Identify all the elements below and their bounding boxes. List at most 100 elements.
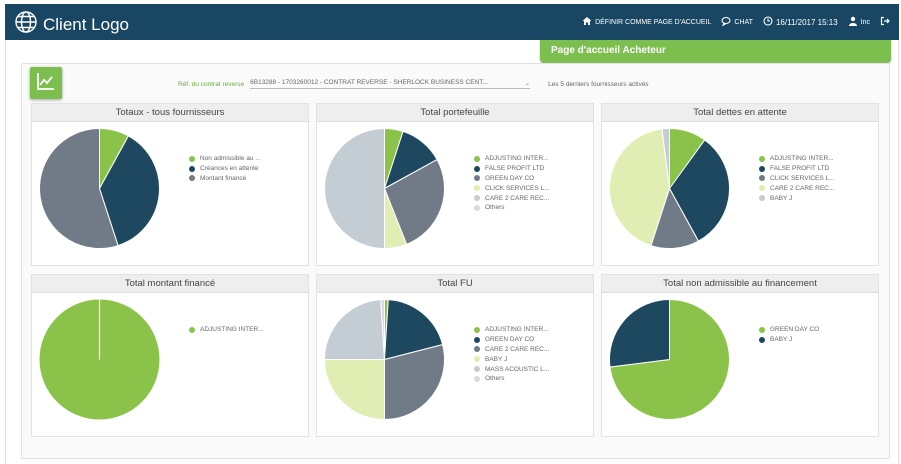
legend-label: ADJUSTING INTER... — [485, 155, 549, 163]
legend-item[interactable]: MASS ACOUSTIC L... — [474, 364, 549, 374]
legend-swatch — [474, 175, 480, 182]
legend-label: GREEN DAY CO — [485, 174, 535, 182]
legend-item[interactable]: Non admissible au ... — [189, 154, 261, 164]
legend-swatch — [759, 326, 765, 333]
client-logo[interactable]: Client Logo — [14, 10, 129, 39]
legend-item[interactable]: BABY J — [759, 193, 835, 203]
legend-item[interactable]: GREEN DAY CO — [474, 174, 550, 184]
logout-icon — [880, 16, 893, 28]
legend-item[interactable]: ADJUSTING INTER... — [759, 154, 835, 164]
card-portefeuille: Total portefeuille ADJUSTING INTER... FAL… — [316, 103, 594, 266]
legend-swatch — [474, 165, 480, 172]
line-chart-icon — [36, 71, 56, 96]
legend-label: ADJUSTING INTER... — [770, 155, 834, 163]
legend-item[interactable]: CLICK SERVICES L... — [759, 174, 835, 184]
legend-swatch — [474, 336, 480, 343]
legend-item[interactable]: ADJUSTING INTER... — [474, 154, 550, 164]
legend-item[interactable]: ADJUSTING INTER... — [189, 325, 264, 335]
chat-link[interactable]: CHAT — [721, 16, 753, 28]
card-dettes: Total dettes en attente ADJUSTING INTER.… — [601, 103, 879, 266]
chat-icon — [721, 16, 734, 28]
pie-chart[interactable] — [37, 297, 162, 422]
legend-swatch — [474, 204, 480, 211]
card-totaux: Totaux - tous fournisseurs Non admissibl… — [31, 103, 309, 266]
legend-item[interactable]: GREEN DAY CO — [474, 335, 549, 345]
card-title: Total montant financé — [32, 275, 308, 293]
legend-swatch — [759, 175, 765, 182]
legend-label: Others — [485, 375, 505, 383]
legend-item[interactable]: CARE 2 CARE REC... — [759, 183, 835, 193]
legend-item[interactable]: CARE 2 CARE REC... — [474, 193, 550, 203]
chart-legend: ADJUSTING INTER... FALSE PROFIT LTD GREEN … — [474, 154, 550, 213]
home-icon — [582, 16, 595, 28]
legend-item[interactable]: CARE 2 CARE REC... — [474, 345, 549, 355]
legend-swatch — [189, 326, 195, 333]
legend-label: CLICK SERVICES L... — [485, 184, 550, 192]
top-nav: DÉFINIR COMME PAGE D'ACCUEIL CHAT 16/11/… — [572, 4, 893, 40]
user-menu[interactable]: Inc — [848, 16, 870, 28]
datetime: 16/11/2017 15:13 — [763, 16, 838, 28]
card-title: Total portefeuille — [317, 104, 593, 122]
legend-swatch — [474, 366, 480, 373]
user-icon — [848, 16, 861, 28]
pie-chart[interactable] — [607, 297, 732, 422]
top-bar: Client Logo DÉFINIR COMME PAGE D'ACCUEIL… — [5, 4, 899, 40]
legend-item[interactable]: Others — [474, 374, 549, 384]
page-title-banner: Page d'accueil Acheteur — [540, 40, 891, 63]
legend-label: BABY J — [770, 194, 793, 202]
legend-label: ADJUSTING INTER... — [200, 326, 264, 334]
legend-item[interactable]: Others — [474, 203, 550, 213]
legend-item[interactable]: FALSE PROFIT LTD — [759, 164, 835, 174]
legend-swatch — [474, 195, 480, 202]
chart-legend: ADJUSTING INTER... GREEN DAY CO CARE 2 CAR… — [474, 325, 549, 384]
legend-label: BABY J — [485, 355, 508, 363]
card-fu: Total FU ADJUSTING INTER... GREEN DAY CO C… — [316, 274, 594, 437]
logout-button[interactable] — [880, 16, 893, 28]
pie-chart[interactable] — [607, 126, 732, 251]
pie-chart[interactable] — [37, 126, 162, 251]
legend-label: Others — [485, 204, 505, 212]
legend-item[interactable]: FALSE PROFIT LTD — [474, 164, 550, 174]
legend-swatch — [474, 356, 480, 363]
pie-chart[interactable] — [322, 297, 447, 422]
card-title: Total non admissible au financement — [602, 275, 878, 293]
legend-item[interactable]: Montant financé — [189, 174, 261, 184]
legend-label: CLICK SERVICES L... — [770, 174, 835, 182]
pie-chart[interactable] — [322, 126, 447, 251]
legend-label: FALSE PROFIT LTD — [485, 165, 545, 173]
card-title: Total FU — [317, 275, 593, 293]
legend-label: CARE 2 CARE REC... — [485, 345, 550, 353]
legend-swatch — [759, 185, 765, 192]
legend-item[interactable]: Créances en attente — [189, 164, 261, 174]
legend-item[interactable]: CLICK SERVICES L... — [474, 183, 550, 193]
legend-swatch — [189, 165, 195, 172]
filter-bar: Réf. du contrat reverse 6B13288 - 170326… — [178, 79, 649, 89]
legend-item[interactable]: ADJUSTING INTER... — [474, 325, 549, 335]
chevron-down-icon: ⌄ — [524, 80, 531, 87]
pie-slice[interactable] — [324, 127, 385, 250]
chart-view-button[interactable] — [30, 67, 62, 99]
set-homepage-link[interactable]: DÉFINIR COMME PAGE D'ACCUEIL — [582, 16, 711, 28]
legend-item[interactable]: GREEN DAY CO — [759, 325, 819, 335]
recent-suppliers-text: Les 5 derniers fournisseurs activés — [548, 80, 649, 88]
contract-select-value: 6B13288 - 1703260012 - CONTRAT REVERSE -… — [250, 79, 488, 86]
pie-slice[interactable] — [323, 359, 385, 421]
legend-label: CARE 2 CARE REC... — [770, 184, 835, 192]
set-homepage-label: DÉFINIR COMME PAGE D'ACCUEIL — [595, 18, 712, 26]
legend-swatch — [474, 185, 480, 192]
pie-slice[interactable] — [609, 298, 670, 368]
chart-legend: ADJUSTING INTER... — [189, 325, 264, 335]
legend-label: Créances en attente — [200, 165, 259, 173]
legend-swatch — [189, 175, 195, 182]
legend-label: MASS ACOUSTIC L... — [485, 365, 550, 373]
legend-item[interactable]: BABY J — [759, 335, 819, 345]
chart-legend: Non admissible au ... Créances en attente… — [189, 154, 261, 183]
logo-text: Client Logo — [43, 14, 130, 34]
legend-swatch — [474, 346, 480, 353]
legend-label: Montant financé — [200, 174, 247, 182]
clock-icon — [763, 16, 776, 28]
contract-select[interactable]: 6B13288 - 1703260012 - CONTRAT REVERSE -… — [250, 79, 531, 89]
legend-item[interactable]: BABY J — [474, 354, 549, 364]
pie-slice[interactable] — [323, 299, 386, 360]
card-title: Total dettes en attente — [602, 104, 878, 122]
